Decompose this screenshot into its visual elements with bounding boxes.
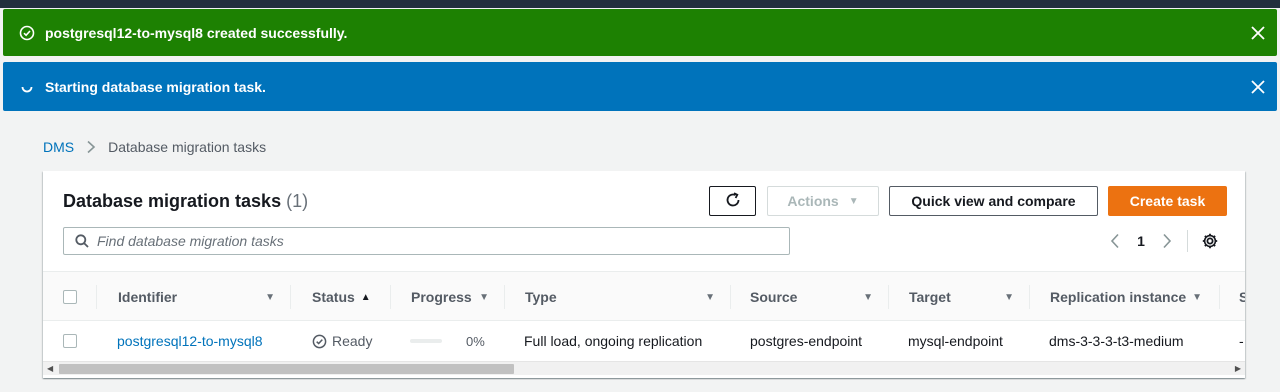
column-header-target[interactable]: Target ▼	[889, 272, 1030, 322]
refresh-icon	[724, 191, 742, 212]
close-icon[interactable]	[1249, 78, 1267, 96]
page-title-text: Database migration tasks	[63, 191, 282, 211]
sort-caret-down-icon: ▼	[1192, 291, 1203, 303]
scrollbar-thumb[interactable]	[59, 364, 514, 374]
column-header-replication-instance[interactable]: Replication instance ▼	[1030, 272, 1220, 322]
gear-icon[interactable]	[1200, 231, 1220, 251]
status-text: Ready	[332, 333, 373, 349]
task-target: mysql-endpoint	[908, 333, 1003, 349]
actions-label: Actions	[787, 193, 839, 209]
scroll-left-arrow-icon[interactable]: ◀	[47, 364, 53, 373]
check-circle-icon	[19, 25, 35, 41]
actions-dropdown-button[interactable]: Actions ▼	[767, 186, 879, 216]
next-page-button[interactable]	[1155, 230, 1179, 252]
close-icon[interactable]	[1249, 24, 1267, 42]
check-circle-icon	[312, 334, 327, 349]
loading-spinner-icon	[19, 79, 35, 95]
column-header-label: Status	[312, 289, 355, 305]
horizontal-scrollbar[interactable]: ◀ ▶	[43, 361, 1245, 375]
task-type: Full load, ongoing replication	[524, 333, 703, 349]
success-flash-message: postgresql12-to-mysql8 created successfu…	[45, 24, 348, 41]
caret-down-icon: ▼	[848, 195, 859, 207]
refresh-button[interactable]	[709, 186, 756, 216]
table-header: Identifier ▼ Status ▲ Progress ▼ Type ▼ …	[43, 271, 1245, 321]
task-progress: 0%	[410, 321, 485, 356]
task-status: Ready	[312, 321, 372, 356]
select-all-cell	[63, 272, 97, 322]
pagination-divider	[1187, 230, 1188, 252]
sort-caret-down-icon: ▼	[1004, 291, 1014, 303]
task-replication-instance: dms-3-3-3-t3-medium	[1049, 333, 1184, 349]
pagination: 1	[1103, 230, 1220, 252]
task-count: (1)	[286, 191, 309, 211]
column-header-identifier[interactable]: Identifier ▼	[97, 272, 291, 322]
search-input[interactable]	[97, 229, 789, 253]
column-header-progress[interactable]: Progress ▼	[391, 272, 505, 322]
column-header-label: Type	[525, 289, 557, 305]
search-icon	[75, 234, 89, 248]
migration-tasks-table-container: Database migration tasks (1) Actions ▼ Q…	[43, 171, 1245, 378]
task-overflow-cell: -	[1239, 333, 1244, 349]
column-header-label: Replication instance	[1050, 289, 1187, 305]
column-header-label: Target	[909, 289, 951, 305]
sort-caret-down-icon: ▼	[265, 291, 275, 303]
page-title: Database migration tasks (1)	[63, 191, 308, 212]
column-header-status[interactable]: Status ▲	[291, 272, 391, 322]
quick-view-compare-button[interactable]: Quick view and compare	[889, 186, 1098, 216]
row-select-cell	[63, 321, 97, 356]
column-header-label: Source	[750, 289, 798, 305]
sort-caret-down-icon: ▼	[705, 291, 715, 303]
current-page-number[interactable]: 1	[1127, 233, 1155, 249]
search-box	[63, 227, 790, 255]
task-source: postgres-endpoint	[750, 333, 863, 349]
column-header-label: Progress	[411, 289, 472, 305]
chevron-left-icon	[1110, 233, 1119, 249]
breadcrumb-dms-link[interactable]: DMS	[43, 139, 74, 155]
tasks-table: Identifier ▼ Status ▲ Progress ▼ Type ▼ …	[43, 271, 1245, 356]
row-checkbox[interactable]	[63, 334, 77, 348]
scroll-right-arrow-icon[interactable]: ▶	[1235, 364, 1241, 373]
create-task-button[interactable]: Create task	[1108, 186, 1227, 216]
task-identifier-link[interactable]: postgresql12-to-mysql8	[117, 321, 263, 356]
column-header-overflow[interactable]: S	[1220, 272, 1245, 322]
sort-caret-down-icon: ▼	[479, 291, 489, 303]
table-row[interactable]: postgresql12-to-mysql8 Ready 0% Full loa…	[43, 321, 1245, 356]
info-flash: Starting database migration task.	[3, 62, 1277, 111]
progress-bar	[410, 339, 442, 343]
breadcrumb: DMS Database migration tasks	[43, 138, 266, 156]
column-header-label: S	[1239, 289, 1245, 305]
sort-caret-down-icon: ▼	[863, 291, 873, 303]
select-all-checkbox[interactable]	[63, 290, 77, 304]
info-flash-message: Starting database migration task.	[45, 78, 266, 95]
progress-percent: 0%	[466, 333, 485, 349]
top-nav-bar	[0, 0, 1280, 8]
sort-ascending-icon: ▲	[360, 291, 371, 303]
chevron-right-icon	[86, 140, 96, 154]
breadcrumb-current: Database migration tasks	[108, 139, 267, 155]
previous-page-button[interactable]	[1103, 230, 1127, 252]
column-header-type[interactable]: Type ▼	[505, 272, 731, 322]
column-header-label: Identifier	[118, 289, 178, 305]
chevron-right-icon	[1163, 233, 1172, 249]
column-header-source[interactable]: Source ▼	[731, 272, 889, 322]
success-flash: postgresql12-to-mysql8 created successfu…	[3, 9, 1277, 56]
